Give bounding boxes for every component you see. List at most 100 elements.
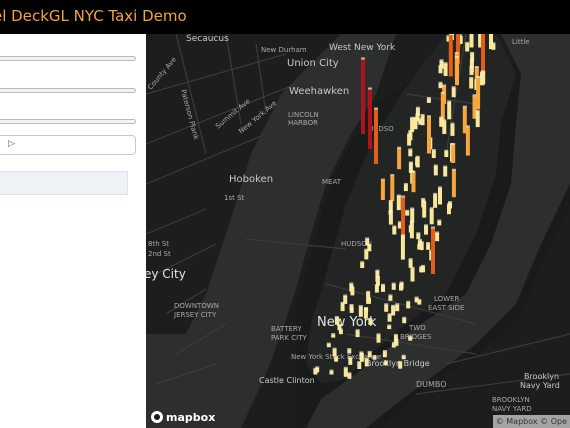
taxi-column-top xyxy=(408,335,413,338)
slider-3[interactable] xyxy=(0,119,136,124)
taxi-column-top xyxy=(313,367,318,370)
taxi-column xyxy=(451,87,456,98)
taxi-column-top xyxy=(438,186,442,189)
taxi-column xyxy=(363,309,368,319)
taxi-column-top xyxy=(391,282,396,285)
taxi-column-top xyxy=(368,87,372,90)
taxi-column xyxy=(387,314,392,322)
taxi-column-top xyxy=(387,324,392,327)
taxi-column xyxy=(438,66,443,74)
taxi-column-top xyxy=(383,360,388,363)
taxi-column-top xyxy=(349,304,354,306)
taxi-column-top xyxy=(332,347,337,350)
taxi-column-top xyxy=(410,266,415,269)
taxi-column xyxy=(451,144,456,163)
taxi-column-top xyxy=(402,316,407,319)
taxi-column-top xyxy=(431,149,436,151)
map-attribution[interactable]: © Mapbox © Ope xyxy=(492,415,570,428)
taxi-column-top xyxy=(419,266,424,269)
map-view[interactable]: Secaucus New Durham West New York Union … xyxy=(146,34,570,428)
label-navy-yard-2: Navy Yard xyxy=(520,381,560,390)
taxi-column xyxy=(367,352,372,358)
taxi-column-top xyxy=(343,294,348,297)
slider-2[interactable] xyxy=(0,88,136,93)
taxi-column-top xyxy=(361,57,365,60)
taxi-column-top xyxy=(367,350,372,353)
taxi-column xyxy=(450,124,455,136)
taxi-column-top xyxy=(365,237,370,240)
taxi-column xyxy=(376,334,381,343)
taxi-column xyxy=(476,77,481,110)
label-castle-clinton: Castle Clinton xyxy=(259,376,315,385)
play-button[interactable]: ▷ xyxy=(0,135,136,155)
app-header: el DeckGL NYC Taxi Demo xyxy=(0,0,570,34)
taxi-column-top xyxy=(469,65,474,68)
taxi-column-top xyxy=(400,244,405,247)
label-new-durham: New Durham xyxy=(261,46,307,54)
taxi-column-top xyxy=(408,258,413,261)
taxi-column-top xyxy=(415,155,420,158)
play-icon: ▷ xyxy=(8,139,15,149)
taxi-column xyxy=(388,212,393,225)
taxi-column-top xyxy=(448,34,453,35)
taxi-column-top xyxy=(465,41,470,44)
taxi-column xyxy=(469,78,474,89)
taxi-column-top xyxy=(366,290,371,293)
mapbox-logo[interactable]: mapbox xyxy=(151,410,215,424)
taxi-column xyxy=(381,285,385,292)
taxi-column xyxy=(437,221,442,226)
label-navy-yard-3: BROOKLYN xyxy=(492,396,530,404)
slider-1[interactable] xyxy=(0,56,136,61)
taxi-column-top xyxy=(444,149,449,152)
taxi-column-top xyxy=(447,100,452,103)
taxi-column xyxy=(410,268,415,282)
label-meatpacking: MEAT xyxy=(322,178,342,186)
taxi-column-top xyxy=(350,286,355,288)
label-second-st: 2nd St xyxy=(148,250,171,258)
taxi-column xyxy=(391,306,396,316)
taxi-column xyxy=(398,362,403,369)
taxi-column xyxy=(411,172,416,193)
taxi-column-top xyxy=(409,220,414,223)
taxi-column-top xyxy=(396,194,401,197)
label-navy-yard-4: NAVY YARD xyxy=(492,405,532,413)
taxi-column-top xyxy=(426,97,431,99)
taxi-column-top xyxy=(395,303,400,306)
mapbox-logo-text: mapbox xyxy=(166,410,216,424)
label-little: Little xyxy=(512,38,530,46)
taxi-column xyxy=(392,226,397,235)
taxi-column-top xyxy=(359,352,364,355)
map-canvas[interactable]: Secaucus New Durham West New York Union … xyxy=(146,34,570,428)
label-brooklyn-bridge: Brooklyn Bridge xyxy=(366,359,430,368)
taxi-column xyxy=(347,373,352,379)
taxi-column-top xyxy=(469,59,474,62)
taxi-column xyxy=(374,109,378,164)
taxi-column xyxy=(447,204,451,215)
taxi-column-top xyxy=(394,338,399,341)
taxi-column-top xyxy=(407,133,412,136)
taxi-column xyxy=(355,330,360,338)
taxi-column-top xyxy=(340,301,345,304)
label-navy-yard-1: Brooklyn xyxy=(524,372,559,381)
taxi-column-top xyxy=(426,242,431,244)
taxi-column xyxy=(397,148,402,170)
taxi-column-top xyxy=(398,360,403,363)
taxi-column xyxy=(469,34,474,48)
taxi-column-top xyxy=(387,313,392,316)
taxi-column-top xyxy=(417,299,422,301)
taxi-column-top xyxy=(381,283,385,286)
taxi-column xyxy=(415,157,420,168)
taxi-column xyxy=(332,349,337,357)
taxi-column xyxy=(384,304,389,312)
taxi-column xyxy=(431,228,435,274)
taxi-column-top xyxy=(443,62,448,65)
taxi-column-top xyxy=(406,300,411,303)
taxi-column-top xyxy=(368,317,373,320)
taxi-column-top xyxy=(439,59,444,62)
taxi-column-top xyxy=(403,183,408,185)
taxi-column-top xyxy=(419,241,424,244)
taxi-column xyxy=(438,187,442,205)
label-battery-2: PARK CITY xyxy=(271,334,307,342)
taxi-column-top xyxy=(347,348,352,351)
taxi-column xyxy=(395,304,400,312)
